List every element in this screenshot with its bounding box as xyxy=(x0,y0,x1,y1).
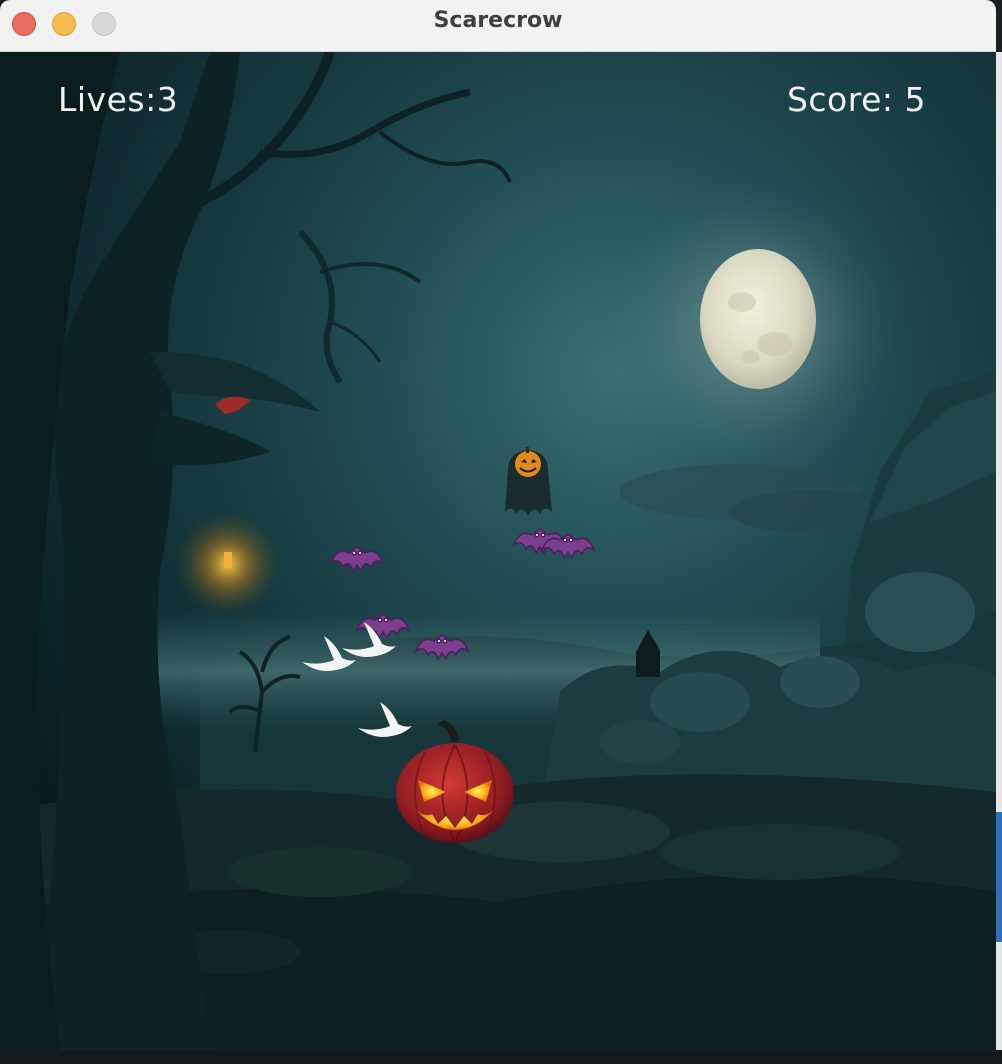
background-window-accent xyxy=(996,812,1002,942)
window-title: Scarecrow xyxy=(433,8,563,33)
desktop-bottom-edge xyxy=(0,1050,1002,1064)
game-window: Scarecrow Lives:3 Score: 5 xyxy=(0,0,996,1050)
title-bar: Scarecrow xyxy=(0,0,996,52)
score-counter: Score: 5 xyxy=(786,80,926,119)
background-window-edge xyxy=(996,52,1002,1052)
background-scene xyxy=(0,52,996,1050)
lives-counter: Lives:3 xyxy=(58,80,179,119)
moon xyxy=(700,249,816,389)
game-canvas[interactable]: Lives:3 Score: 5 xyxy=(0,52,996,1050)
